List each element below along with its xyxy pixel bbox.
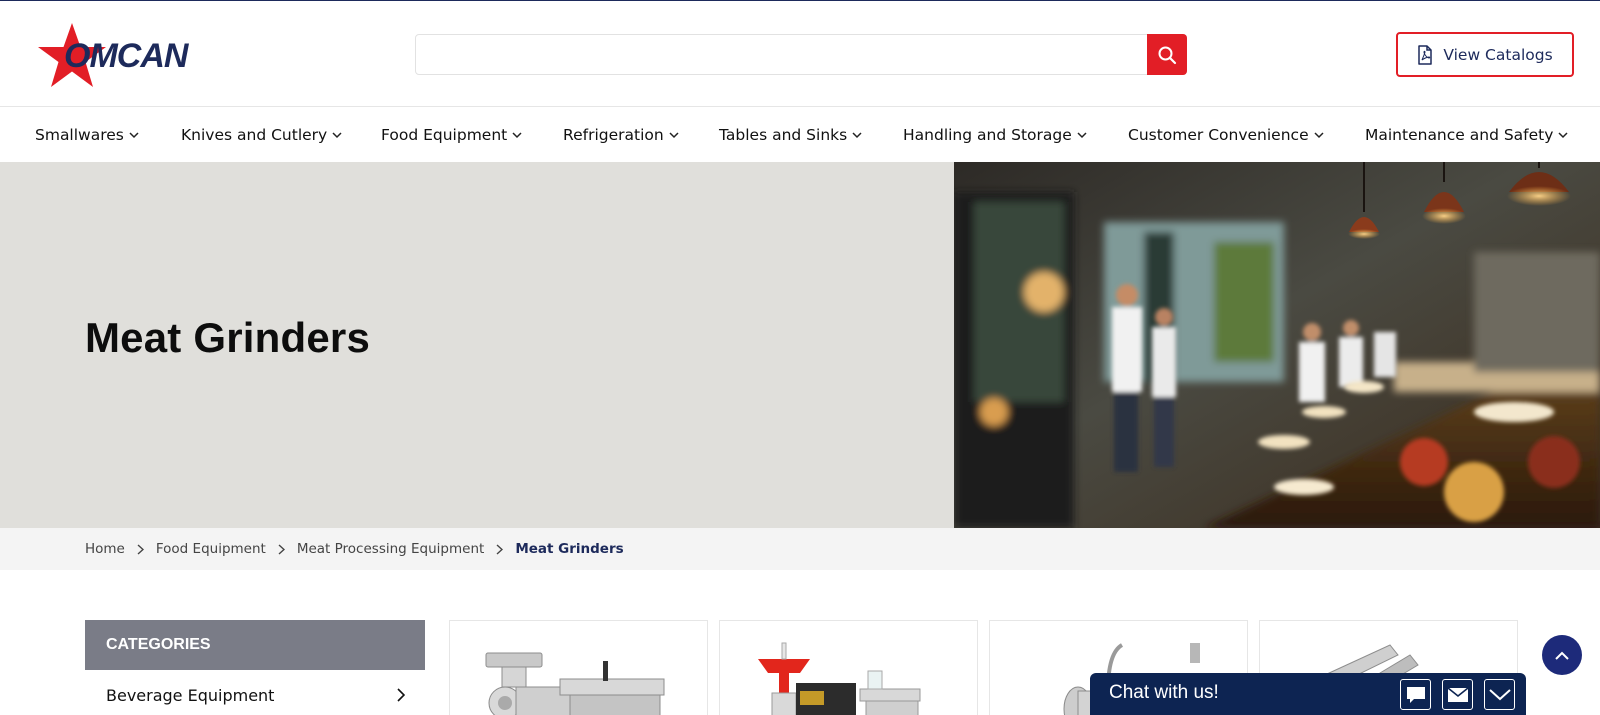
chevron-right-icon <box>397 688 405 702</box>
search-icon <box>1158 46 1177 64</box>
logo-wordmark: OMCAN <box>64 37 190 75</box>
search-button[interactable] <box>1147 34 1187 75</box>
chevron-down-icon <box>852 131 862 138</box>
nav-item-smallwares[interactable]: Smallwares <box>35 108 139 162</box>
product-card[interactable] <box>449 620 708 715</box>
chat-label: Chat with us! <box>1109 682 1219 703</box>
chevron-down-icon <box>332 131 342 138</box>
chat-widget[interactable]: Chat with us! <box>1090 673 1526 715</box>
mail-icon <box>1447 686 1468 702</box>
chat-bubble-button[interactable] <box>1400 679 1431 710</box>
hero-image <box>954 162 1600 528</box>
nav-label: Smallwares <box>35 126 124 144</box>
nav-label: Food Equipment <box>381 126 508 144</box>
chevron-right-icon <box>137 543 144 555</box>
breadcrumb-food-equipment[interactable]: Food Equipment <box>156 541 266 557</box>
email-button[interactable] <box>1442 679 1473 710</box>
scroll-to-top-button[interactable] <box>1542 635 1582 675</box>
nav-item-food-equipment[interactable]: Food Equipment <box>381 108 522 162</box>
nav-label: Handling and Storage <box>903 126 1072 144</box>
chevron-right-icon <box>496 543 504 555</box>
product-card[interactable] <box>719 620 978 715</box>
pdf-file-icon <box>1418 44 1433 65</box>
categories-heading: CATEGORIES <box>85 620 425 670</box>
nav-item-customer-convenience[interactable]: Customer Convenience <box>1128 108 1324 162</box>
page-title: Meat Grinders <box>85 314 371 361</box>
view-catalogs-button[interactable]: View Catalogs <box>1396 32 1574 77</box>
nav-label: Tables and Sinks <box>719 126 848 144</box>
meat-grinder-stainless-photo <box>485 652 665 715</box>
breadcrumb-meat-processing-equipment[interactable]: Meat Processing Equipment <box>297 541 484 557</box>
chevron-down-icon <box>669 131 679 138</box>
chevron-down-icon <box>512 131 522 138</box>
nav-label: Knives and Cutlery <box>181 126 328 144</box>
nav-item-maintenance-and-safety[interactable]: Maintenance and Safety <box>1365 108 1568 162</box>
breadcrumb-home[interactable]: Home <box>85 541 125 557</box>
hero-text-panel: Meat Grinders <box>0 162 954 528</box>
chevron-right-icon <box>278 543 285 555</box>
chevron-down-icon <box>1558 131 1568 138</box>
site-header: OMCAN View Catalogs <box>0 1 1600 107</box>
chevron-down-icon <box>1314 131 1324 138</box>
chevron-up-icon <box>1555 651 1569 660</box>
meat-grinder-red-hopper-photo <box>758 642 921 715</box>
breadcrumb: Home Food Equipment Meat Processing Equi… <box>0 528 1600 570</box>
breadcrumb-current: Meat Grinders <box>515 541 624 557</box>
view-catalogs-label: View Catalogs <box>1443 45 1553 64</box>
minimize-chat-button[interactable] <box>1484 679 1515 710</box>
main-nav: Smallwares Knives and Cutlery Food Equip… <box>0 108 1600 162</box>
search-bar <box>415 34 1187 75</box>
nav-item-refrigeration[interactable]: Refrigeration <box>563 108 679 162</box>
chat-bubble-icon <box>1406 686 1425 703</box>
nav-item-handling-and-storage[interactable]: Handling and Storage <box>903 108 1087 162</box>
nav-label: Refrigeration <box>563 126 664 144</box>
omcan-logo[interactable]: OMCAN <box>36 23 226 89</box>
nav-item-knives-and-cutlery[interactable]: Knives and Cutlery <box>181 108 342 162</box>
search-input[interactable] <box>416 35 1148 74</box>
nav-label: Maintenance and Safety <box>1365 126 1554 144</box>
hero-banner: Meat Grinders <box>0 162 1600 528</box>
chevron-down-icon <box>1077 131 1087 138</box>
nav-label: Customer Convenience <box>1128 126 1309 144</box>
minimize-chevron-icon <box>1488 688 1511 700</box>
chevron-down-icon <box>129 131 139 138</box>
category-label: Beverage Equipment <box>106 685 275 705</box>
nav-item-tables-and-sinks[interactable]: Tables and Sinks <box>719 108 862 162</box>
category-item-beverage-equipment[interactable]: Beverage Equipment <box>85 670 425 715</box>
